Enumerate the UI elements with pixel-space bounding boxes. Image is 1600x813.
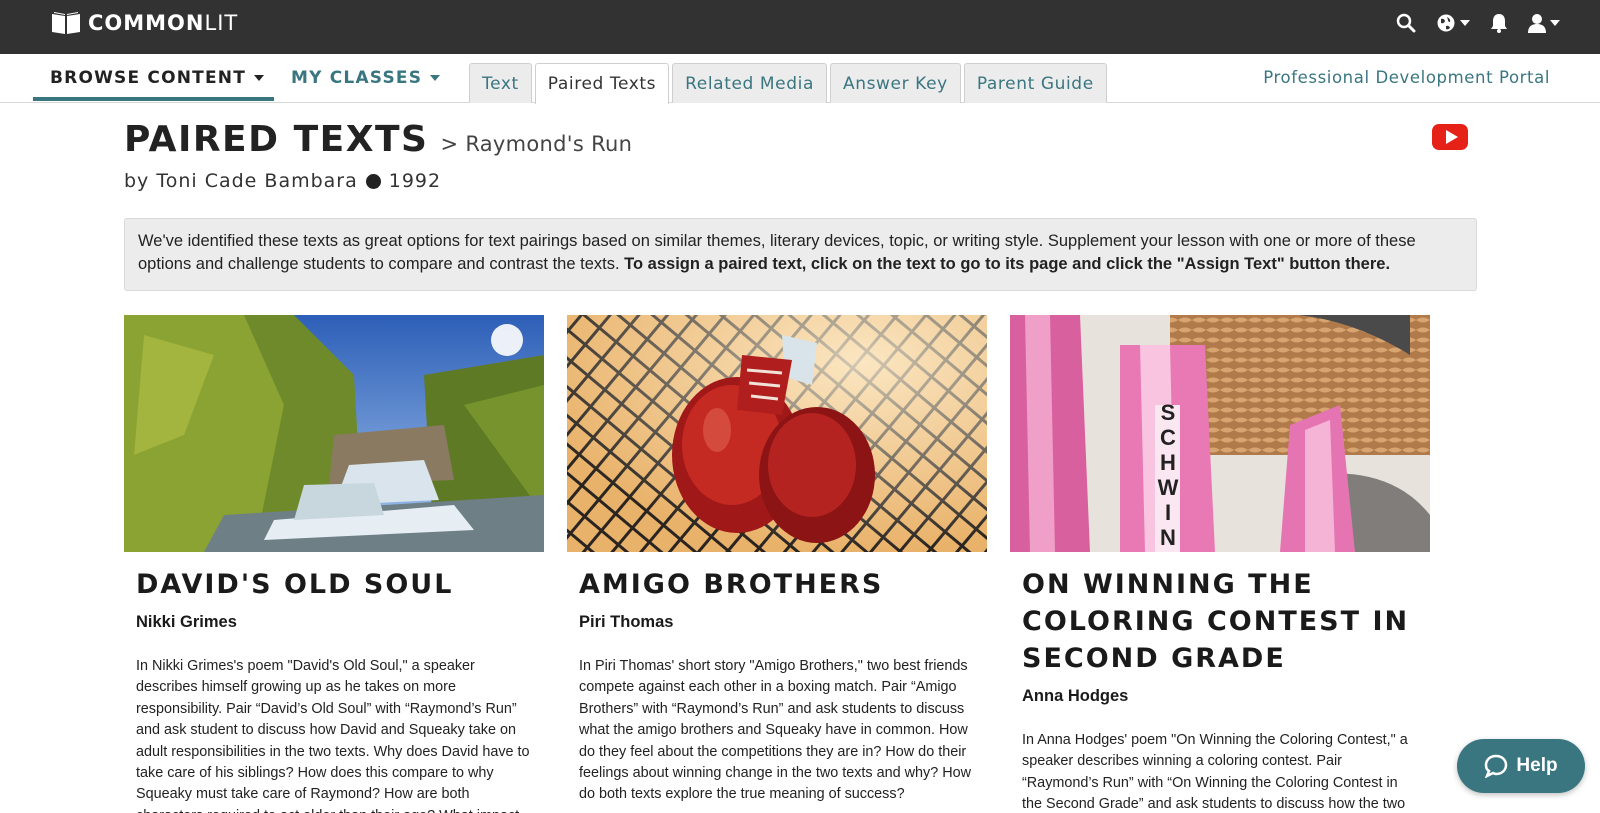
paired-text-card[interactable]: DAVID'S OLD SOUL Nikki Grimes In Nikki G… (124, 315, 544, 813)
card-image-waterfall (124, 315, 544, 552)
chat-bubble-icon (1485, 754, 1508, 778)
active-nav-underline (33, 97, 274, 101)
card-title[interactable]: DAVID'S OLD SOUL (136, 566, 532, 603)
commonlit-logo[interactable]: COMMONLIT (50, 11, 238, 35)
card-author: Anna Hodges (1022, 687, 1129, 705)
chevron-down-icon (1550, 20, 1560, 26)
paired-text-card[interactable]: S C H W I N ON WINNING THE COLORING CONT… (1010, 315, 1430, 813)
globe-icon[interactable] (1436, 13, 1470, 33)
browse-content-menu[interactable]: BROWSE CONTENT (50, 68, 265, 88)
my-classes-label: MY CLASSES (291, 68, 423, 88)
tab-related-media[interactable]: Related Media (672, 63, 827, 103)
byline-year: 1992 (388, 170, 442, 192)
bell-icon[interactable] (1490, 13, 1508, 33)
chevron-down-icon (254, 75, 265, 81)
card-author: Nikki Grimes (136, 613, 237, 631)
svg-text:I: I (1165, 500, 1171, 525)
svg-text:W: W (1158, 475, 1179, 500)
card-author: Piri Thomas (579, 613, 674, 631)
card-description: In Anna Hodges' poem "On Winning the Col… (1022, 732, 1408, 813)
tab-text[interactable]: Text (469, 63, 532, 103)
byline: by Toni Cade Bambara 1992 (124, 170, 441, 192)
top-bar: COMMONLIT (0, 0, 1600, 54)
svg-text:H: H (1160, 450, 1176, 475)
svg-text:C: C (1160, 425, 1176, 450)
help-button[interactable]: Help (1457, 739, 1585, 793)
nav-bar: BROWSE CONTENT MY CLASSES Text Paired Te… (0, 54, 1600, 104)
page-title-row: PAIRED TEXTS > Raymond's Run (124, 119, 632, 160)
tab-answer-key[interactable]: Answer Key (829, 63, 961, 103)
card-description: In Nikki Grimes's poem "David's Old Soul… (136, 658, 530, 813)
card-image-boxing-gloves (567, 315, 987, 552)
book-icon (52, 12, 80, 34)
breadcrumb[interactable]: > Raymond's Run (440, 132, 632, 156)
search-icon[interactable] (1396, 13, 1416, 33)
card-description: In Piri Thomas' short story "Amigo Broth… (579, 658, 971, 803)
separator-dot (365, 173, 381, 189)
card-title[interactable]: ON WINNING THE COLORING CONTEST IN SECON… (1022, 566, 1418, 677)
browse-content-label: BROWSE CONTENT (50, 68, 247, 88)
chevron-down-icon (430, 75, 441, 81)
card-title[interactable]: AMIGO BROTHERS (579, 566, 975, 603)
my-classes-menu[interactable]: MY CLASSES (291, 68, 441, 88)
byline-author: by Toni Cade Bambara (124, 170, 358, 192)
content-tabs: Text Paired Texts Related Media Answer K… (469, 63, 1107, 104)
help-label: Help (1516, 755, 1558, 776)
youtube-icon[interactable] (1432, 124, 1468, 150)
svg-text:N: N (1160, 525, 1176, 550)
card-image-pink-bicycle: S C H W I N (1010, 315, 1430, 552)
info-box: We've identified these texts as great op… (124, 218, 1477, 291)
professional-development-link[interactable]: Professional Development Portal (1263, 68, 1550, 87)
tab-paired-texts[interactable]: Paired Texts (534, 63, 670, 104)
page-title: PAIRED TEXTS (124, 119, 429, 160)
chevron-down-icon (1460, 20, 1470, 26)
paired-text-card[interactable]: AMIGO BROTHERS Piri Thomas In Piri Thoma… (567, 315, 987, 813)
logo-text-light: LIT (204, 11, 239, 35)
logo-text-bold: COMMON (88, 11, 205, 35)
tab-parent-guide[interactable]: Parent Guide (963, 63, 1107, 103)
svg-text:S: S (1161, 400, 1176, 425)
info-bold-text: To assign a paired text, click on the te… (624, 255, 1391, 273)
user-icon[interactable] (1528, 13, 1560, 33)
